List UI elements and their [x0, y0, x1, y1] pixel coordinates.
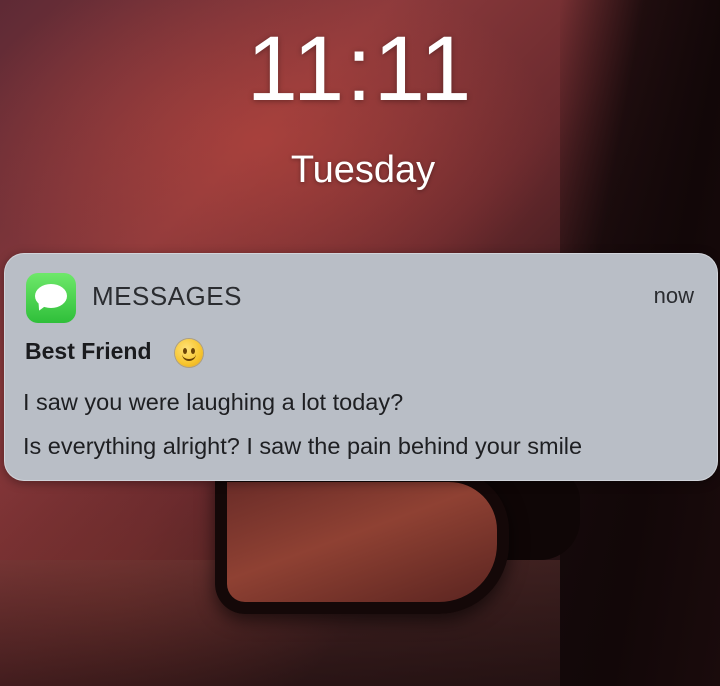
notification-message-line: I saw you were laughing a lot today?	[23, 389, 404, 415]
message-notification[interactable]: MESSAGES now Best Friend I saw you were …	[4, 253, 718, 481]
notification-header: MESSAGES now	[26, 273, 694, 323]
notification-app-name: MESSAGES	[92, 281, 242, 311]
lockscreen-day: Tuesday	[290, 149, 436, 191]
notification-sender: Best Friend	[25, 338, 152, 364]
smiling-face-emoji-icon	[175, 339, 203, 367]
notification-message-line: Is everything alright? I saw the pain be…	[23, 433, 583, 459]
messages-app-icon	[26, 273, 76, 323]
lockscreen-clock: 11:11	[246, 18, 474, 120]
wallpaper-side-mirror	[215, 470, 509, 614]
notification-timestamp: now	[653, 283, 694, 308]
